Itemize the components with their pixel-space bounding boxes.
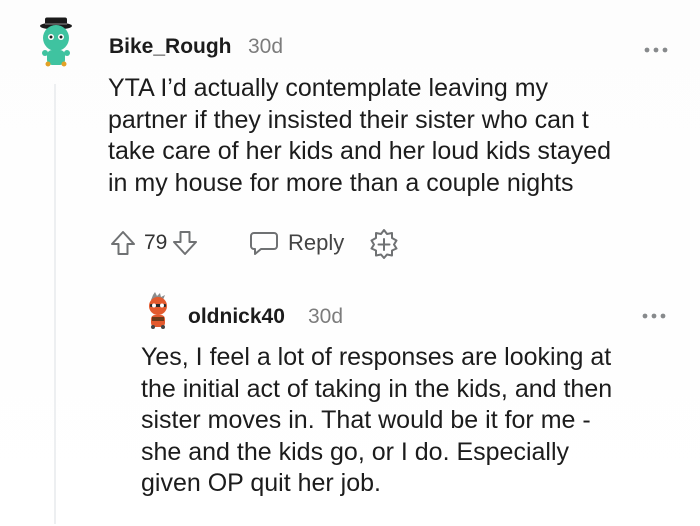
comment-actions: 79 Reply xyxy=(108,227,400,259)
reply-timestamp[interactable]: 30d xyxy=(308,305,343,329)
comment-timestamp[interactable]: 30d xyxy=(248,35,283,59)
reply-line: the initial act of taking in the kids, a… xyxy=(141,374,613,403)
reply-username[interactable]: oldnick40 xyxy=(188,305,285,329)
comment-line: partner if they insisted their sister wh… xyxy=(108,105,589,134)
award-plus-icon xyxy=(370,229,398,259)
snoo-avatar-orange-icon xyxy=(149,292,167,329)
more-options-button[interactable] xyxy=(643,42,669,53)
reply-button[interactable]: Reply xyxy=(248,228,344,258)
more-options-button[interactable] xyxy=(641,308,667,319)
reply-line: Yes, I feel a lot of responses are looki… xyxy=(141,343,612,371)
reply-line: she and the kids go, or I do. Especially xyxy=(141,437,570,466)
upvote-arrow-icon xyxy=(111,231,135,255)
avatar[interactable] xyxy=(36,16,76,72)
snoo-avatar-green-icon xyxy=(40,17,72,67)
vote-score: 79 xyxy=(144,231,168,254)
comment-oldnick40: oldnick40 30d Yes, I feel a lot of respo… xyxy=(0,290,700,526)
comment-username[interactable]: Bike_Rough xyxy=(109,35,232,59)
comment-bike-rough: Bike_Rough 30d YTA I’d actually contempl… xyxy=(0,0,700,524)
comment-line: in my house for more than a couple night… xyxy=(108,168,574,197)
more-options-icon xyxy=(642,313,666,319)
reply-line: given OP quit her job. xyxy=(141,469,381,497)
more-options-icon xyxy=(644,47,668,53)
downvote-button[interactable] xyxy=(170,228,200,258)
reply-line: sister moves in. That would be it for me… xyxy=(141,406,591,434)
downvote-arrow-icon xyxy=(173,231,197,255)
comment-line: YTA I’d actually contemplate leaving my xyxy=(108,74,549,102)
award-button[interactable] xyxy=(368,227,400,259)
comment-body: YTA I’d actually contemplate leaving my … xyxy=(108,73,673,199)
reply-body: Yes, I feel a lot of responses are looki… xyxy=(141,342,681,500)
avatar[interactable] xyxy=(143,292,173,332)
comment-line: take care of her kids and her loud kids … xyxy=(108,137,612,165)
reply-label: Reply xyxy=(288,230,345,255)
speech-bubble-icon xyxy=(250,232,278,255)
upvote-button[interactable] xyxy=(108,228,138,258)
